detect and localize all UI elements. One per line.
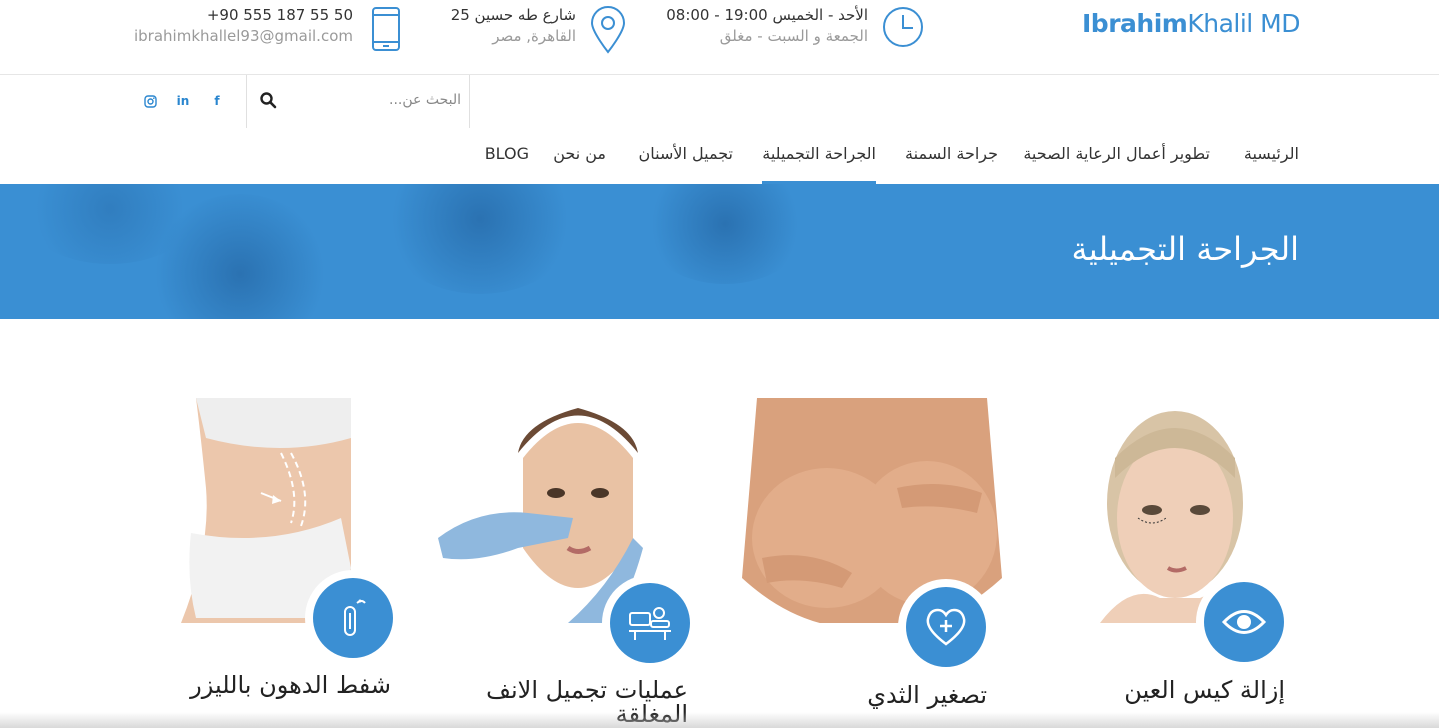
nav-item-blog[interactable]: BLOG [485, 144, 529, 163]
eye-icon [1221, 610, 1267, 634]
service-card-eye-bag[interactable]: إزالة كيس العين [1040, 398, 1300, 728]
facebook-icon[interactable]: f [209, 93, 225, 109]
logo-rest: Khalil MD [1187, 9, 1300, 38]
nav-item-cosmetic-surgery[interactable]: الجراحة التجميلية [762, 144, 876, 184]
surgery-table-icon [629, 607, 671, 640]
service-photo-breast [742, 398, 1002, 623]
hours-weekend: الجمعة و السبت - مغلق [719, 27, 868, 45]
opening-hours: الأحد - الخميس 19:00 - 08:00 الجمعة و ال… [666, 6, 924, 56]
location-pin-icon [590, 6, 626, 54]
banner-blur-shape [640, 184, 810, 284]
main-navigation: الرئيسية تطوير أعمال الرعاية الصحية جراح… [0, 128, 1439, 184]
linkedin-icon[interactable]: in [175, 93, 191, 109]
search-input[interactable] [291, 87, 461, 113]
service-card-rhinoplasty[interactable]: عمليات تجميل الانف المغلقة [438, 398, 698, 728]
address-street: شارع طه حسين 25 [450, 6, 576, 24]
search-box [246, 75, 470, 128]
site-logo[interactable]: IbrahimKhalil MD [1082, 9, 1300, 38]
nav-item-healthcare-business[interactable]: تطوير أعمال الرعاية الصحية [1023, 144, 1210, 163]
nav-item-obesity-surgery[interactable]: جراحة السمنة [905, 144, 998, 163]
top-header: IbrahimKhalil MD الأحد - الخميس 19:00 - … [0, 0, 1439, 75]
nav-item-dental-cosmetics[interactable]: تجميل الأسنان [639, 144, 734, 163]
page-title: الجراحة التجميلية [1071, 230, 1299, 268]
service-icon-badge[interactable] [906, 587, 986, 667]
window-bottom-edge [0, 712, 1439, 728]
service-icon-badge[interactable] [1204, 582, 1284, 662]
contact-block: +90 555 187 55 50 ibrahimkhallel93@gmail… [134, 6, 405, 56]
service-title[interactable]: إزالة كيس العين [1124, 677, 1285, 703]
address-city: القاهرة, مصر [492, 27, 576, 45]
service-title[interactable]: شفط الدهون بالليزر [190, 672, 391, 698]
laser-thermometer-icon [344, 599, 366, 636]
banner-blur-shape [380, 184, 580, 294]
address-block: شارع طه حسين 25 القاهرة, مصر [450, 6, 632, 56]
page-banner: الجراحة التجميلية [0, 184, 1439, 319]
clock-icon [883, 7, 923, 47]
nav-item-home[interactable]: الرئيسية [1244, 144, 1299, 163]
nav-item-about[interactable]: من نحن [553, 144, 606, 163]
mobile-phone-icon [372, 7, 400, 51]
service-card-laser-lipo[interactable]: شفط الدهون بالليزر [141, 398, 401, 728]
search-social-row: in f [0, 75, 1439, 128]
phone-number[interactable]: +90 555 187 55 50 [207, 6, 353, 24]
heart-plus-icon [926, 608, 966, 646]
instagram-icon[interactable] [142, 93, 158, 109]
service-card-breast-reduction[interactable]: تصغير الثدي [742, 398, 1002, 728]
service-title[interactable]: تصغير الثدي [867, 682, 987, 708]
email-address[interactable]: ibrahimkhallel93@gmail.com [134, 27, 353, 45]
hours-weekdays: الأحد - الخميس 19:00 - 08:00 [666, 6, 868, 24]
search-icon[interactable] [259, 91, 277, 109]
service-icon-badge[interactable] [610, 583, 690, 663]
logo-bold: Ibrahim [1082, 9, 1188, 38]
service-icon-badge[interactable] [313, 578, 393, 658]
